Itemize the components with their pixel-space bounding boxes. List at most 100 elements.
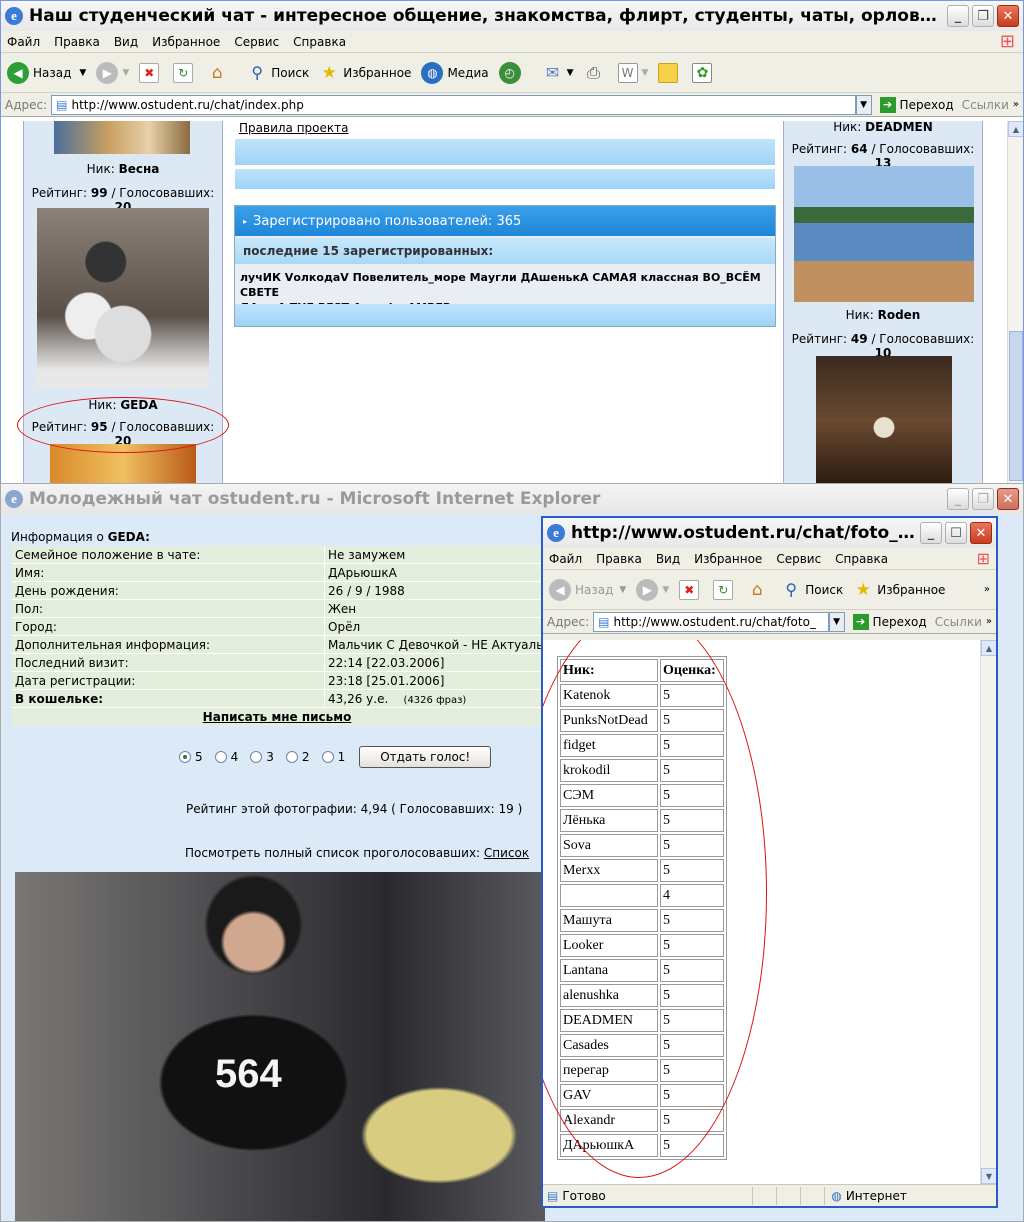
chevron-down-icon: ▼ <box>619 584 627 595</box>
vote-radio-1[interactable] <box>321 751 334 763</box>
forward-button[interactable]: ▶ ▼ <box>96 61 129 84</box>
back-button[interactable]: ◀ Назад ▼ <box>7 61 86 84</box>
mail-button[interactable]: ✉ ▼ <box>543 63 574 83</box>
info-row: Дата регистрации: 23:18 [25.01.2006] <box>12 672 542 690</box>
close-button[interactable]: ✕ <box>997 5 1019 27</box>
scroll-up-button[interactable]: ▲ <box>1008 121 1023 137</box>
stop-button[interactable]: ✖ <box>679 579 703 600</box>
vote-radio-3[interactable] <box>250 751 263 763</box>
menu-view[interactable]: Вид <box>114 35 138 49</box>
stop-icon: ✖ <box>679 579 700 600</box>
search-button[interactable]: ⚲ Поиск <box>247 63 309 83</box>
go-button[interactable]: ➔ Переход <box>852 613 927 630</box>
address-input[interactable]: ▤ http://www.ostudent.ru/chat/index.php <box>51 94 856 115</box>
profile-photo-roden[interactable] <box>794 166 974 302</box>
info-row: Семейное положение в чате: Не замужем <box>12 546 542 564</box>
toolbar: ◀ Назад ▼ ▶ ▼ ✖ ↻ ⌂ ⚲ Поиск ★ Избранное ◍ Меди… <box>1 53 1023 93</box>
double-chevron-icon[interactable]: » <box>1013 99 1019 110</box>
menu-edit[interactable]: Правка <box>596 552 642 566</box>
minimize-button[interactable]: _ <box>947 488 969 510</box>
vote-submit-button[interactable]: Отдать голос! <box>359 746 492 768</box>
refresh-button[interactable]: ↻ <box>713 579 737 600</box>
print-button[interactable]: ⎙ <box>584 63 608 83</box>
profile-photo-geda[interactable] <box>37 208 209 388</box>
menu-view[interactable]: Вид <box>656 552 680 566</box>
title-bar[interactable]: e Молодежный чат ostudent.ru - Microsoft… <box>1 484 1023 514</box>
bullet-icon: ▸ <box>243 216 248 226</box>
scroll-thumb[interactable] <box>1009 331 1023 481</box>
links-button[interactable]: Ссылки <box>935 615 982 629</box>
home-icon: ⌂ <box>751 579 763 600</box>
stop-icon: ✖ <box>139 62 160 83</box>
home-button[interactable]: ⌂ <box>207 63 231 83</box>
menu-help[interactable]: Справка <box>293 35 346 49</box>
toolbar: ◀ Назад ▼ ▶ ▼ ✖ ↻ ⌂ ⚲ Поиск ★ Избранное » <box>543 570 996 610</box>
menu-tools[interactable]: Сервис <box>234 35 279 49</box>
info-row: Последний визит: 22:14 [22.03.2006] <box>12 654 542 672</box>
home-button[interactable]: ⌂ <box>747 580 771 600</box>
chevron-down-icon: ▼ <box>641 67 649 78</box>
icq-button[interactable]: ✿ <box>692 62 716 83</box>
annotation-ellipse <box>543 640 767 1178</box>
vote-radio-4[interactable] <box>214 751 227 763</box>
menu-file[interactable]: Файл <box>7 35 40 49</box>
double-chevron-icon[interactable]: » <box>986 616 992 627</box>
rules-link[interactable]: Правила проекта <box>239 121 348 135</box>
document-icon: W <box>617 62 638 83</box>
page-icon: ▤ <box>56 97 68 112</box>
maximize-button[interactable]: ❐ <box>972 5 994 27</box>
go-button[interactable]: ➔ Переход <box>879 96 954 113</box>
search-button[interactable]: ⚲ Поиск <box>781 580 843 600</box>
page-content: Ник: Весна Рейтинг: 99 / Голосовавших: 2… <box>1 121 1023 484</box>
media-button[interactable]: ◍ Медиа <box>421 61 489 84</box>
scroll-up-button[interactable]: ▲ <box>981 640 996 656</box>
profile-photo-vesna[interactable] <box>54 121 190 154</box>
profile-nick: Ник: DEADMEN <box>833 121 933 134</box>
vote-radio-5[interactable] <box>179 751 191 763</box>
forward-button[interactable]: ▶ ▼ <box>636 578 669 601</box>
main-photo: 564 <box>15 872 545 1221</box>
edit-button[interactable]: W ▼ <box>617 62 649 83</box>
refresh-button[interactable]: ↻ <box>173 62 197 83</box>
title-bar[interactable]: e Наш студенческий чат - интересное обще… <box>1 1 1023 31</box>
menu-favorites[interactable]: Избранное <box>152 35 220 49</box>
discuss-button[interactable] <box>658 62 682 83</box>
menu-tools[interactable]: Сервис <box>776 552 821 566</box>
go-arrow-icon: ➔ <box>852 613 869 630</box>
chevron-down-icon[interactable]: ▼ <box>79 68 86 78</box>
profile-photo-next[interactable] <box>816 356 952 484</box>
menu-edit[interactable]: Правка <box>54 35 100 49</box>
ie-icon: e <box>5 490 23 508</box>
star-icon: ★ <box>855 579 871 600</box>
minimize-button[interactable]: _ <box>920 522 942 544</box>
address-bar: Адрес: ▤ http://www.ostudent.ru/chat/foto… <box>543 610 996 634</box>
full-list-link[interactable]: Список <box>484 846 529 860</box>
favorites-button[interactable]: ★ Избранное <box>853 579 946 600</box>
address-dropdown[interactable]: ▼ <box>855 94 872 115</box>
vote-radio-2[interactable] <box>285 751 298 763</box>
links-button[interactable]: Ссылки <box>962 98 1009 112</box>
close-button[interactable]: ✕ <box>970 522 992 544</box>
address-input[interactable]: ▤ http://www.ostudent.ru/chat/foto_ <box>593 611 829 632</box>
maximize-button[interactable]: ❐ <box>972 488 994 510</box>
write-message-link[interactable]: Написать мне письмо <box>203 710 352 724</box>
menu-help[interactable]: Справка <box>835 552 888 566</box>
title-bar[interactable]: e http://www.ostudent.ru/chat/foto_... _… <box>543 518 996 548</box>
back-button[interactable]: ◀ Назад ▼ <box>549 578 627 601</box>
favorites-button[interactable]: ★ Избранное <box>319 63 412 83</box>
stop-button[interactable]: ✖ <box>139 62 163 83</box>
menu-file[interactable]: Файл <box>549 552 582 566</box>
history-button[interactable]: ◴ <box>498 61 525 84</box>
vertical-scrollbar[interactable]: ▲ <box>1007 121 1023 484</box>
windows-flag-icon: ⊞ <box>976 549 990 568</box>
vertical-scrollbar[interactable]: ▲ ▼ <box>980 640 996 1184</box>
maximize-button[interactable]: ☐ <box>945 522 967 544</box>
address-dropdown[interactable]: ▼ <box>828 611 845 632</box>
close-button[interactable]: ✕ <box>997 488 1019 510</box>
minimize-button[interactable]: _ <box>947 5 969 27</box>
window-title: Молодежный чат ostudent.ru - Microsoft I… <box>29 489 601 509</box>
menu-favorites[interactable]: Избранное <box>694 552 762 566</box>
scroll-down-button[interactable]: ▼ <box>981 1168 996 1184</box>
double-chevron-icon[interactable]: » <box>984 584 990 595</box>
photo-rating: Рейтинг этой фотографии: 4,94 ( Голосова… <box>186 802 523 816</box>
